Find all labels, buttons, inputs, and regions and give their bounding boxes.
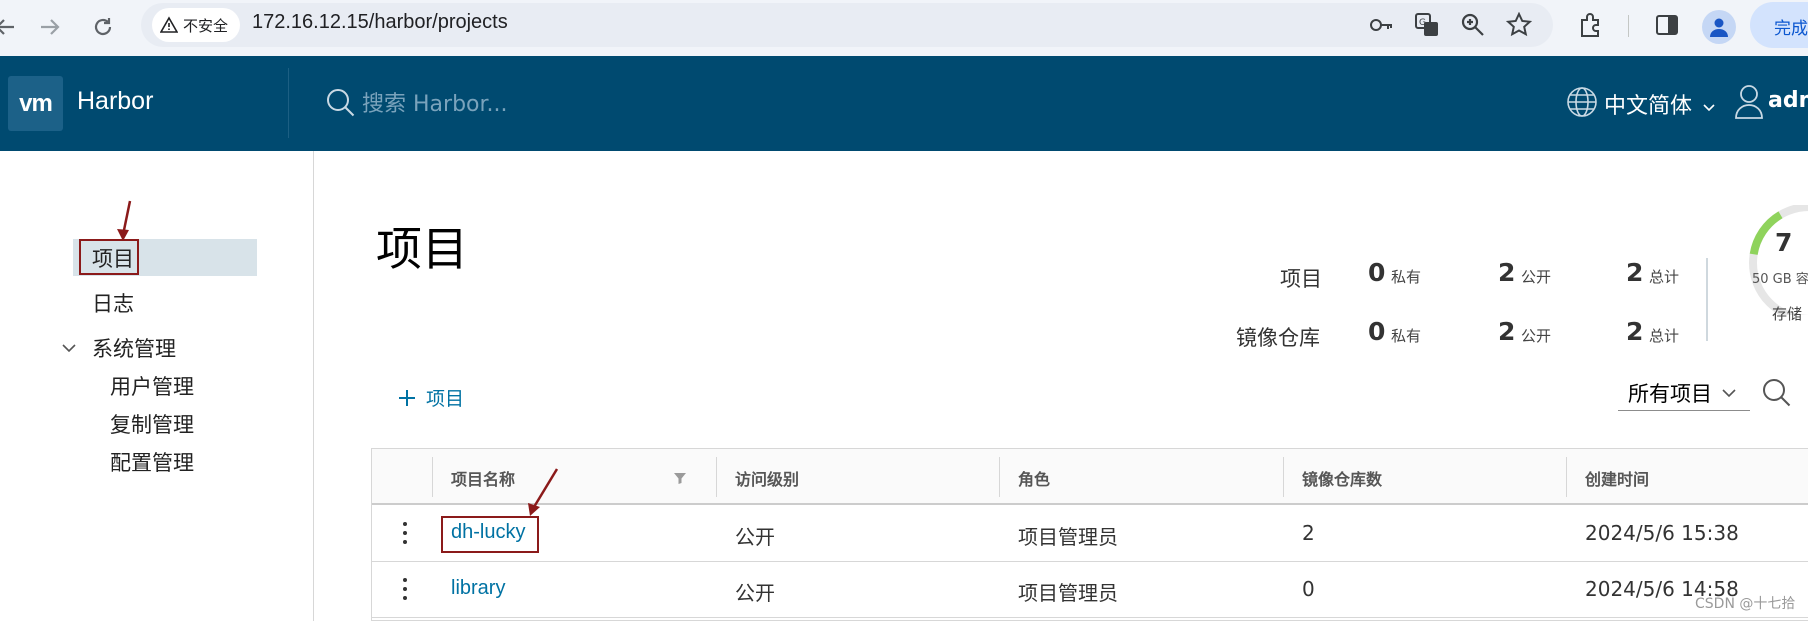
- column-divider: [1283, 457, 1284, 497]
- search-icon: [327, 89, 355, 117]
- project-repo-count: 2: [1302, 521, 1315, 545]
- chevron-down-icon[interactable]: [62, 341, 76, 355]
- profile-avatar[interactable]: [1702, 10, 1736, 44]
- storage-label: 存储: [1772, 305, 1803, 323]
- security-chip[interactable]: 不安全: [152, 8, 240, 42]
- projects-table: 项目名称 访问级别 角色 镜像仓库数 创建时间 dh-lucky 公开 项目管理…: [371, 448, 1808, 621]
- summary-repos-private: 0: [1368, 317, 1386, 346]
- project-filter-select[interactable]: 所有项目: [1618, 375, 1750, 411]
- bookmark-star-icon[interactable]: [1504, 10, 1534, 40]
- toolbar-divider: [1628, 15, 1629, 37]
- summary-label-repositories: 镜像仓库: [1236, 326, 1320, 350]
- summary-unit: 私有: [1391, 327, 1422, 345]
- column-divider: [999, 457, 1000, 497]
- table-row: library 公开 项目管理员 0 2024/5/6 14:58: [372, 562, 1808, 618]
- user-menu[interactable]: admin: [1768, 88, 1808, 113]
- project-name-link[interactable]: library: [451, 577, 505, 600]
- sidebar-nav: 项目 日志 系统管理 用户管理 复制管理 配置管理: [0, 151, 314, 621]
- language-selector[interactable]: 中文简体: [1604, 88, 1715, 120]
- person-icon: [1710, 18, 1728, 37]
- plus-icon: [399, 389, 415, 406]
- column-header-created[interactable]: 创建时间: [1585, 466, 1649, 490]
- url-text[interactable]: 172.16.12.15/harbor/projects: [252, 11, 508, 34]
- summary-repos-total: 2: [1626, 317, 1644, 346]
- project-role: 项目管理员: [1018, 525, 1118, 549]
- warning-icon: [160, 16, 178, 33]
- filter-icon[interactable]: [673, 471, 687, 485]
- page-title: 项目: [376, 222, 468, 276]
- search-icon[interactable]: [1762, 378, 1792, 408]
- extensions-icon[interactable]: [1576, 10, 1606, 40]
- sidebar-item-configuration[interactable]: 配置管理: [110, 447, 194, 477]
- column-divider: [716, 457, 717, 497]
- storage-gauge: [1749, 205, 1808, 315]
- sidebar-item-replications[interactable]: 复制管理: [110, 409, 194, 439]
- language-label: 中文简体: [1604, 94, 1693, 119]
- add-project-label: 项目: [426, 388, 465, 410]
- global-search-input[interactable]: [362, 86, 862, 122]
- column-header-access[interactable]: 访问级别: [735, 466, 799, 490]
- table-row: dh-lucky 公开 项目管理员 2 2024/5/6 15:38: [372, 468, 1808, 562]
- chevron-down-icon: [1722, 388, 1736, 397]
- watermark: CSDN @十七拾: [1695, 596, 1796, 612]
- filter-selected-label: 所有项目: [1628, 381, 1712, 406]
- vm-logo[interactable]: vm: [8, 76, 63, 131]
- summary-divider: [1706, 258, 1708, 341]
- security-label: 不安全: [183, 16, 229, 35]
- summary-unit: 总计: [1649, 327, 1680, 345]
- back-icon[interactable]: [0, 8, 24, 46]
- project-name-link[interactable]: dh-lucky: [451, 521, 525, 544]
- row-actions-icon[interactable]: [400, 519, 410, 547]
- zoom-icon[interactable]: [1458, 10, 1488, 40]
- storage-capacity: 50 GB 容: [1752, 272, 1808, 287]
- storage-value: 7: [1775, 228, 1793, 257]
- user-icon[interactable]: [1733, 84, 1765, 120]
- project-access: 公开: [735, 525, 775, 549]
- globe-icon: [1567, 87, 1597, 117]
- sidebar-item-logs[interactable]: 日志: [92, 288, 134, 318]
- column-header-repo-count[interactable]: 镜像仓库数: [1302, 466, 1382, 490]
- side-panel-icon[interactable]: [1652, 10, 1682, 40]
- summary-unit: 总计: [1649, 268, 1680, 286]
- summary-projects-public: 2: [1498, 258, 1516, 287]
- browser-toolbar: 不安全 172.16.12.15/harbor/projects G 完成: [0, 0, 1808, 56]
- column-header-name[interactable]: 项目名称: [451, 466, 515, 490]
- sidebar-item-projects-label[interactable]: 项目: [92, 243, 134, 273]
- key-icon[interactable]: [1366, 10, 1396, 40]
- summary-label-projects: 项目: [1280, 267, 1322, 291]
- project-created: 2024/5/6 15:38: [1585, 521, 1739, 545]
- project-role: 项目管理员: [1018, 581, 1118, 605]
- svg-text:G: G: [1419, 18, 1426, 28]
- chevron-down-icon: [1703, 104, 1715, 112]
- sidebar-item-administration[interactable]: 系统管理: [92, 333, 176, 363]
- app-header: vm Harbor 中文简体 admin: [0, 56, 1808, 151]
- header-divider: [288, 68, 289, 138]
- summary-repos-public: 2: [1498, 317, 1516, 346]
- row-actions-icon[interactable]: [400, 575, 410, 603]
- annotation-arrow: [117, 200, 132, 241]
- summary-projects-total: 2: [1626, 258, 1644, 287]
- summary-unit: 公开: [1521, 327, 1552, 345]
- annotation-arrow: [528, 468, 559, 516]
- column-header-role[interactable]: 角色: [1018, 466, 1050, 490]
- summary-unit: 公开: [1521, 268, 1552, 286]
- sidebar-item-users[interactable]: 用户管理: [110, 371, 194, 401]
- brand-title[interactable]: Harbor: [77, 87, 153, 116]
- add-project-button[interactable]: 项目: [398, 384, 464, 411]
- project-repo-count: 0: [1302, 577, 1315, 601]
- finish-button[interactable]: 完成: [1750, 2, 1808, 48]
- column-divider: [1566, 457, 1567, 497]
- translate-icon[interactable]: G: [1412, 10, 1442, 40]
- table-header: 项目名称 访问级别 角色 镜像仓库数 创建时间: [372, 449, 1808, 505]
- forward-icon[interactable]: [31, 8, 69, 46]
- summary-projects-private: 0: [1368, 258, 1386, 287]
- reload-icon[interactable]: [84, 8, 122, 46]
- project-access: 公开: [735, 581, 775, 605]
- summary-unit: 私有: [1391, 268, 1422, 286]
- column-divider: [432, 457, 433, 497]
